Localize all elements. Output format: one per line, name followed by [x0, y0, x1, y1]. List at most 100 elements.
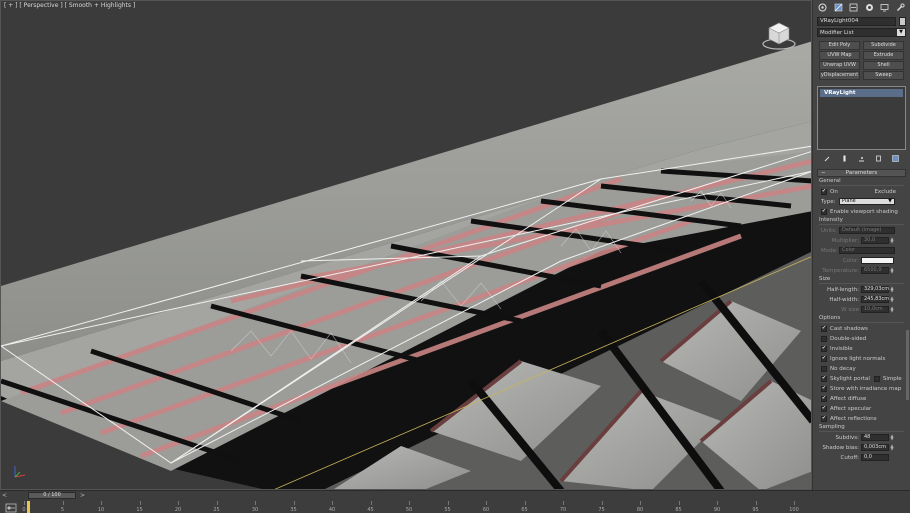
viewport-label[interactable]: [ + ] [ Perspective ] [ Smooth + Highlig…: [4, 2, 135, 9]
multiplier-label: Multiplier:: [831, 237, 859, 244]
pin-stack-icon[interactable]: [824, 154, 832, 162]
hierarchy-icon[interactable]: [849, 2, 859, 12]
show-end-result-icon[interactable]: [841, 154, 849, 162]
temperature-label: Temperature:: [822, 267, 859, 274]
display-icon[interactable]: [880, 2, 890, 12]
multiplier-field[interactable]: 30,0: [861, 237, 889, 244]
invisible-checkbox[interactable]: ✔: [821, 345, 827, 352]
stack-item-vraylight[interactable]: VRayLight: [820, 89, 903, 97]
on-checkbox[interactable]: ✔: [821, 188, 827, 195]
ignore-light-normals-label: Ignore light normals: [830, 355, 886, 362]
modifier-button-sweep[interactable]: Sweep: [863, 71, 904, 80]
exclude-button[interactable]: Exclude: [874, 189, 896, 195]
time-slider[interactable]: 0 / 100: [28, 492, 76, 499]
modifier-button-edit-poly[interactable]: Edit Poly: [819, 41, 860, 50]
object-name-field[interactable]: VRayLight004: [817, 17, 896, 26]
w-size-field[interactable]: 10,0cm: [861, 306, 889, 313]
cast-shadows-checkbox[interactable]: ✔: [821, 325, 827, 332]
modifier-stack: VRayLight: [817, 86, 906, 150]
motion-icon[interactable]: [864, 2, 874, 12]
make-unique-icon[interactable]: [858, 154, 866, 162]
parameters-rollout-header[interactable]: − Parameters: [817, 169, 906, 177]
simple-label: Simple: [882, 375, 902, 382]
previous-frame-button[interactable]: <: [2, 492, 12, 499]
key-mode-icon[interactable]: [5, 503, 17, 513]
skylight-portal-checkbox[interactable]: ✔: [821, 375, 827, 382]
shadow-bias-spinner[interactable]: ▲ ▼: [890, 444, 894, 451]
configure-sets-icon[interactable]: [892, 154, 900, 162]
half-length-label: Half-length:: [826, 286, 859, 293]
chevron-down-icon: ▼: [897, 29, 905, 36]
current-frame-marker[interactable]: [27, 501, 30, 513]
half-length-spinner[interactable]: ▲ ▼: [890, 286, 894, 293]
double-sided-checkbox[interactable]: [821, 335, 827, 342]
affect-diffuse-checkbox[interactable]: ✔: [821, 395, 827, 402]
modifier-button-subdivide[interactable]: Subdivide: [863, 41, 904, 50]
axis-tripod-icon: [14, 466, 26, 478]
track-tick-label: 5: [60, 507, 65, 513]
units-dropdown[interactable]: Default (image): [839, 227, 895, 234]
modifier-button-extrude[interactable]: Extrude: [863, 51, 904, 60]
mode-dropdown[interactable]: Color: [839, 247, 895, 254]
type-dropdown[interactable]: Plane ▼: [839, 198, 895, 205]
units-label: Units:: [821, 227, 837, 234]
enable-viewport-shading-label: Enable viewport shading: [830, 208, 898, 215]
half-width-field[interactable]: 245,83cm: [861, 296, 889, 303]
panel-scrollbar[interactable]: [906, 330, 909, 400]
track-tick-label: 80: [636, 507, 644, 513]
scene-render: [1, 1, 811, 489]
track-tick-label: 65: [521, 507, 528, 513]
track-tick-label: 85: [675, 507, 682, 513]
track-tick-label: 95: [752, 507, 759, 513]
no-decay-label: No decay: [830, 365, 856, 372]
subdivs-spinner[interactable]: ▲ ▼: [890, 434, 894, 441]
store-irradiance-label: Store with irradiance map: [830, 385, 902, 392]
options-list: ✔ Cast shadows Double-sided ✔ Invisible ✔ I…: [813, 324, 910, 423]
shadow-bias-field[interactable]: 0,003cm: [861, 444, 889, 451]
ignore-light-normals-checkbox[interactable]: ✔: [821, 355, 827, 362]
viewcube-icon[interactable]: [761, 17, 797, 53]
half-length-field[interactable]: 329,03cm: [861, 286, 889, 293]
affect-specular-checkbox[interactable]: ✔: [821, 405, 827, 412]
modifier-button-shell[interactable]: Shell: [863, 61, 904, 70]
track-tick-label: 30: [251, 507, 259, 513]
track-tick-label: 45: [367, 507, 374, 513]
enable-viewport-shading-checkbox[interactable]: ✔: [821, 208, 827, 215]
track-tick: [524, 501, 526, 505]
multiplier-spinner[interactable]: ▲ ▼: [890, 237, 894, 244]
object-color-swatch[interactable]: [899, 17, 906, 26]
modify-icon[interactable]: [833, 2, 843, 12]
next-frame-button[interactable]: >: [80, 492, 90, 499]
double-sided-label: Double-sided: [830, 335, 867, 342]
track-tick: [370, 501, 372, 505]
w-size-spinner[interactable]: ▲ ▼: [890, 306, 894, 313]
track-tick: [255, 501, 256, 505]
cast-shadows-label: Cast shadows: [830, 325, 868, 332]
perspective-viewport[interactable]: [ + ] [ Perspective ] [ Smooth + Highlig…: [0, 0, 812, 490]
subdivs-field[interactable]: 48: [861, 434, 889, 441]
half-width-spinner[interactable]: ▲ ▼: [890, 296, 894, 303]
temperature-field[interactable]: 6500,0: [861, 267, 889, 274]
modifier-button-uvw-map[interactable]: UVW Map: [819, 51, 860, 60]
color-label: Color:: [842, 257, 859, 264]
command-panel-tabs: [813, 0, 910, 14]
modifier-list-dropdown[interactable]: Modifier List ▼: [817, 28, 906, 37]
track-bar[interactable]: 0 5 10 15 20 25 30 35 40 45 50 55 60 65 70 75 80 85 90 95 10…: [0, 501, 910, 513]
store-irradiance-checkbox[interactable]: ✔: [821, 385, 827, 392]
track-tick: [486, 501, 487, 505]
utilities-icon[interactable]: [895, 2, 905, 12]
affect-reflections-checkbox[interactable]: ✔: [821, 415, 827, 422]
modifier-button-displacement[interactable]: yDisplacement: [819, 71, 860, 80]
cutoff-field[interactable]: 0,0: [861, 454, 889, 461]
remove-modifier-icon[interactable]: [875, 154, 883, 162]
light-color-swatch[interactable]: [861, 257, 894, 264]
track-tick-label: 25: [213, 507, 220, 513]
modifier-button-unwrap-uvw[interactable]: Unwrap UVW: [819, 61, 860, 70]
track-tick: [101, 501, 102, 505]
temperature-spinner[interactable]: ▲ ▼: [890, 267, 894, 274]
skylight-portal-label: Skylight portal: [830, 375, 870, 382]
parameters-title: Parameters: [845, 170, 878, 176]
no-decay-checkbox[interactable]: [821, 365, 827, 372]
create-icon[interactable]: [818, 2, 828, 12]
simple-checkbox[interactable]: [873, 375, 880, 382]
